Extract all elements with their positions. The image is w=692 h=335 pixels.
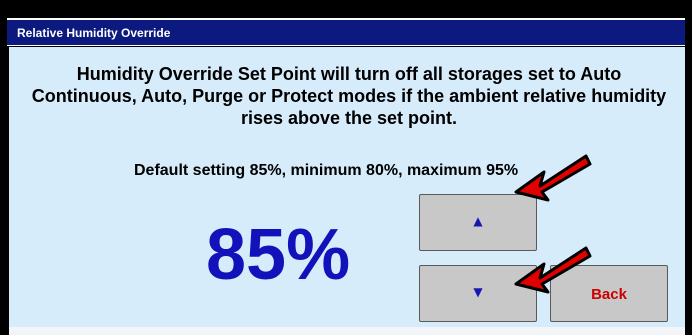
decrease-button[interactable]: ▼ (419, 265, 537, 322)
back-button[interactable]: Back (550, 265, 668, 322)
window-title: Relative Humidity Override (17, 26, 171, 40)
title-bar: Relative Humidity Override (7, 18, 685, 46)
increase-button[interactable]: ▲ (419, 194, 537, 251)
description-text: Humidity Override Set Point will turn of… (31, 64, 667, 128)
content-panel: Humidity Override Set Point will turn of… (9, 47, 685, 327)
triangle-down-icon: ▼ (473, 285, 483, 299)
triangle-up-icon: ▲ (473, 214, 483, 228)
bottom-strip (9, 327, 685, 335)
back-button-label: Back (591, 286, 627, 303)
humidity-setpoint-value: 85% (206, 215, 351, 295)
defaults-text: Default setting 85%, minimum 80%, maximu… (134, 162, 519, 179)
